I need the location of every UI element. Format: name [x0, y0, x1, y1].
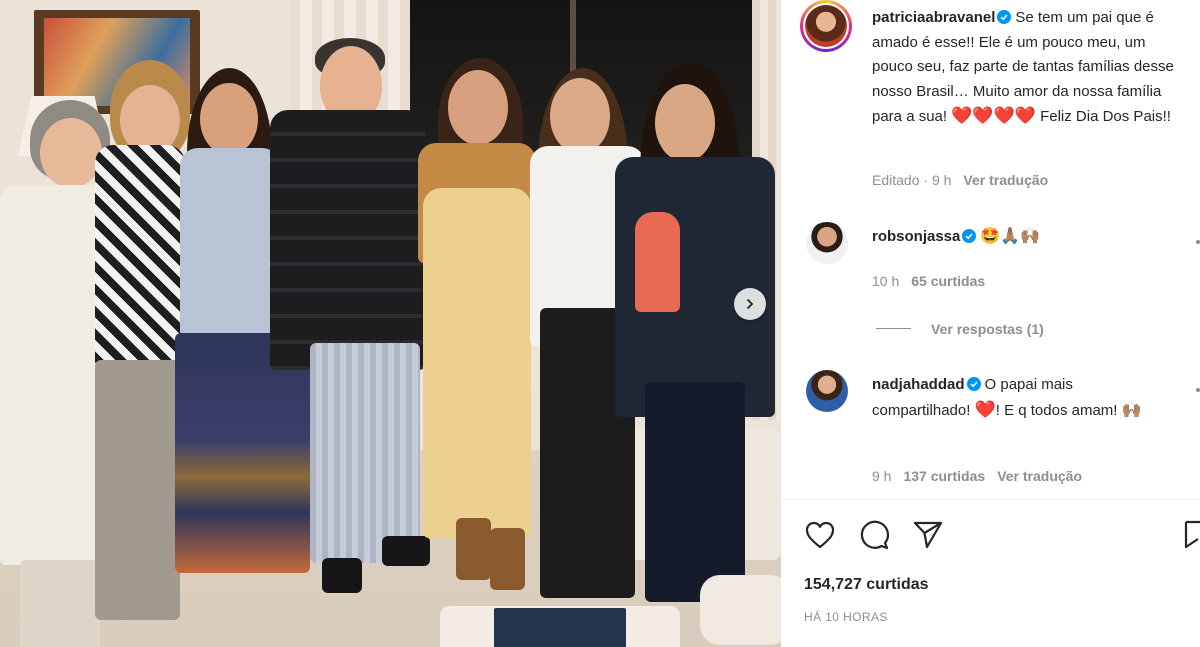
commenter-avatar-robsonjassa[interactable]: [806, 222, 848, 264]
comment-username[interactable]: nadjahaddad: [872, 376, 965, 393]
comment-robsonjassa: robsonjassa 🤩🙏🏽🙌🏽: [872, 224, 1040, 249]
see-translation-link[interactable]: Ver tradução: [963, 172, 1048, 188]
comment-likes[interactable]: 65 curtidas: [911, 273, 985, 289]
comment-text-cont: ! E q todos amam!: [995, 402, 1118, 419]
verified-badge-icon: [962, 229, 977, 243]
comment-username[interactable]: robsonjassa: [872, 228, 960, 245]
heart-icon[interactable]: [804, 520, 836, 550]
person-5: [418, 58, 538, 598]
author-username[interactable]: patriciaabravanel: [872, 9, 995, 26]
actions-divider: [781, 499, 1200, 500]
bookmark-icon[interactable]: [1184, 519, 1200, 551]
more-options-icon[interactable]: [1196, 240, 1200, 244]
send-icon[interactable]: [912, 519, 944, 549]
chevron-right-icon: [747, 299, 754, 309]
comment-emoji-end: 🙌🏽: [1121, 402, 1142, 419]
pillow: [700, 575, 781, 645]
person-7: [615, 62, 775, 622]
caption-hearts: ❤️❤️❤️❤️: [951, 106, 1036, 125]
edited-time: 9 h: [931, 172, 952, 188]
verified-badge-icon: [997, 10, 1012, 24]
post-caption: patriciaabravanel Se tem um pai que é ama…: [872, 6, 1187, 130]
comment-heart-emoji: ❤️: [974, 400, 996, 419]
comment-icon[interactable]: [858, 519, 890, 551]
comment-meta: 9 h 137 curtidas Ver tradução: [872, 468, 1082, 484]
comment-time: 9 h: [872, 468, 892, 484]
comment-nadjahaddad: nadjahaddad O papai mais compartilhado! ❤…: [872, 372, 1172, 423]
more-options-icon[interactable]: [1196, 388, 1200, 392]
caption-meta: Editado · 9 h Ver tradução: [872, 172, 1049, 188]
commenter-avatar-nadjahaddad[interactable]: [806, 370, 848, 412]
view-replies-link[interactable]: Ver respostas (1): [931, 321, 1044, 337]
verified-badge-icon: [966, 377, 981, 391]
post-likes-count[interactable]: 154,727 curtidas: [804, 576, 929, 594]
see-translation-link[interactable]: Ver tradução: [997, 468, 1082, 484]
comment-emojis: 🤩🙏🏽🙌🏽: [980, 228, 1041, 245]
author-avatar[interactable]: [800, 0, 852, 52]
edited-label: Editado: [872, 172, 920, 188]
post-photo[interactable]: [0, 0, 781, 647]
view-replies-label: Ver respostas (1): [931, 321, 1044, 337]
comment-meta: 10 h 65 curtidas: [872, 273, 985, 289]
carousel-next-button[interactable]: [734, 288, 766, 320]
comment-likes[interactable]: 137 curtidas: [903, 468, 985, 484]
person-4: [270, 38, 430, 598]
comment-time: 10 h: [872, 273, 900, 289]
replies-divider: [876, 328, 911, 329]
caption-end: Feliz Dia Dos Pais!!: [1040, 108, 1171, 125]
book: [494, 608, 626, 647]
post-timestamp: HÁ 10 HORAS: [804, 610, 888, 624]
